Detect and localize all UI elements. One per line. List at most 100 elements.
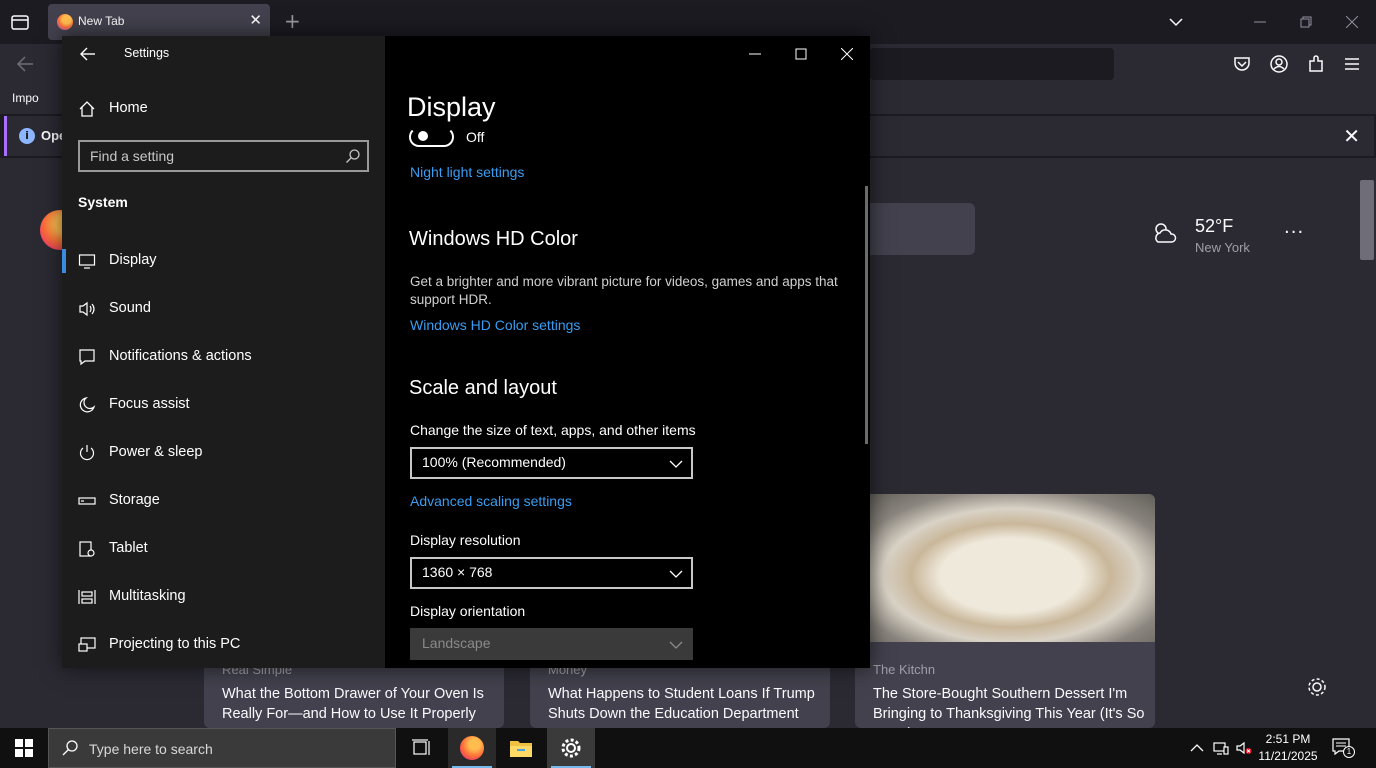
active-indicator: [62, 249, 66, 273]
windows-logo-icon: [15, 739, 33, 757]
tab-list-icon[interactable]: [10, 12, 30, 32]
sidebar-item-label: Power & sleep: [109, 444, 203, 460]
import-bookmarks-link[interactable]: Impo: [12, 91, 39, 105]
taskbar-search-box[interactable]: Type here to search: [48, 728, 396, 768]
action-center-button[interactable]: 1: [1332, 738, 1355, 758]
story-headline[interactable]: The Store-Bought Southern Dessert I'm Br…: [873, 684, 1148, 728]
back-arrow-icon[interactable]: [80, 46, 96, 62]
sidebar-item-focus-assist[interactable]: Focus assist: [62, 381, 385, 429]
weather-more-button[interactable]: ···: [1284, 222, 1304, 243]
new-tab-button[interactable]: +: [284, 9, 301, 33]
hdr-heading: Windows HD Color: [409, 228, 578, 250]
home-icon: [79, 101, 95, 117]
tab-close-icon[interactable]: ✕: [249, 11, 262, 29]
hdr-settings-link[interactable]: Windows HD Color settings: [410, 317, 580, 333]
url-bar[interactable]: [870, 48, 1114, 80]
sidebar-item-projecting[interactable]: Projecting to this PC: [62, 621, 385, 669]
minimize-icon[interactable]: [1254, 16, 1266, 28]
clock-date: 11/21/2025: [1258, 749, 1318, 763]
maximize-icon: [795, 48, 807, 60]
sidebar-item-power-sleep[interactable]: Power & sleep: [62, 429, 385, 477]
settings-search-box[interactable]: [78, 140, 369, 172]
gear-icon: [561, 738, 581, 758]
story-image: [855, 494, 1155, 642]
orientation-dropdown-value: Landscape: [422, 635, 491, 651]
story-card[interactable]: The Kitchn The Store-Bought Southern Des…: [855, 494, 1155, 728]
minimize-icon: [749, 53, 761, 55]
weather-temperature: 52°F: [1195, 216, 1234, 236]
projector-icon: [78, 637, 96, 652]
search-icon[interactable]: [345, 148, 361, 164]
taskbar-file-explorer[interactable]: [497, 728, 545, 768]
browser-tab[interactable]: New Tab ✕: [48, 4, 270, 40]
scale-dropdown-value: 100% (Recommended): [422, 454, 566, 470]
taskbar-search-placeholder: Type here to search: [89, 741, 213, 757]
close-icon: [840, 47, 854, 61]
chevron-up-icon[interactable]: [1189, 740, 1205, 756]
pocket-icon[interactable]: [1232, 54, 1252, 74]
notification-icon: [79, 349, 95, 366]
volume-muted-icon[interactable]: [1236, 740, 1252, 756]
sidebar-item-sound[interactable]: Sound: [62, 285, 385, 333]
sidebar-item-storage[interactable]: Storage: [62, 477, 385, 525]
weather-city: New York: [1195, 240, 1250, 255]
orientation-label: Display orientation: [410, 603, 526, 619]
menu-icon[interactable]: [1342, 54, 1362, 74]
settings-search-input[interactable]: [80, 142, 340, 170]
sidebar-item-label: Notifications & actions: [109, 348, 252, 364]
network-icon[interactable]: [1213, 740, 1229, 756]
folder-icon: [510, 741, 532, 757]
chevron-down-icon[interactable]: [1168, 14, 1184, 30]
search-icon: [62, 740, 78, 756]
story-headline[interactable]: What the Bottom Drawer of Your Oven Is R…: [222, 684, 497, 724]
scale-dropdown[interactable]: 100% (Recommended): [410, 447, 693, 479]
sidebar-item-label: Tablet: [109, 540, 148, 556]
task-view-icon: [412, 739, 430, 755]
extensions-icon[interactable]: [1306, 54, 1326, 74]
close-icon[interactable]: [1346, 16, 1358, 28]
nav-home-link[interactable]: Home: [109, 100, 148, 116]
settings-nav-pane: Settings Home System Display Sound Notif…: [62, 36, 385, 668]
toggle-knob: [418, 131, 428, 141]
scale-size-label: Change the size of text, apps, and other…: [410, 422, 696, 438]
new-tab-search-box[interactable]: [860, 203, 975, 255]
gear-icon[interactable]: [1306, 676, 1328, 698]
story-source: The Kitchn: [873, 662, 936, 677]
taskbar: Type here to search 2:51 PM 11/21/2025 1: [0, 728, 1376, 768]
resolution-dropdown[interactable]: 1360 × 768: [410, 557, 693, 589]
notice-close-icon[interactable]: ✕: [1343, 124, 1360, 148]
minimize-button[interactable]: [732, 40, 778, 70]
sidebar-item-label: Display: [109, 252, 157, 268]
sidebar-item-tablet[interactable]: Tablet: [62, 525, 385, 573]
content-scrollbar[interactable]: [865, 186, 868, 444]
start-button[interactable]: [0, 728, 48, 768]
night-light-settings-link[interactable]: Night light settings: [410, 164, 524, 180]
tablet-icon: [79, 541, 95, 557]
maximize-button[interactable]: [778, 40, 824, 70]
page-scrollbar-thumb[interactable]: [1360, 180, 1374, 260]
account-icon[interactable]: [1269, 54, 1289, 74]
moon-icon: [79, 396, 96, 413]
advanced-scaling-link[interactable]: Advanced scaling settings: [410, 493, 572, 509]
sidebar-item-label: Storage: [109, 492, 160, 508]
sidebar-item-notifications[interactable]: Notifications & actions: [62, 333, 385, 381]
settings-window: Settings Home System Display Sound Notif…: [62, 36, 870, 668]
sidebar-item-display[interactable]: Display: [62, 237, 385, 285]
close-button[interactable]: [824, 40, 870, 70]
back-arrow-icon[interactable]: [16, 55, 34, 73]
system-clock[interactable]: 2:51 PM 11/21/2025: [1256, 731, 1320, 765]
firefox-favicon-icon: [57, 14, 73, 30]
story-headline[interactable]: What Happens to Student Loans If Trump S…: [548, 684, 823, 724]
task-view-button[interactable]: [397, 728, 445, 768]
taskbar-settings[interactable]: [547, 728, 595, 768]
night-light-toggle[interactable]: [409, 127, 454, 147]
nav-section-heading: System: [78, 194, 128, 210]
sidebar-item-multitasking[interactable]: Multitasking: [62, 573, 385, 621]
orientation-dropdown[interactable]: Landscape: [410, 628, 693, 660]
sidebar-item-label: Multitasking: [109, 588, 186, 604]
page-title: Display: [407, 92, 496, 122]
taskbar-firefox[interactable]: [448, 728, 496, 768]
chevron-down-icon: [669, 570, 683, 578]
restore-icon[interactable]: [1300, 16, 1312, 28]
sidebar-item-label: Focus assist: [109, 396, 190, 412]
